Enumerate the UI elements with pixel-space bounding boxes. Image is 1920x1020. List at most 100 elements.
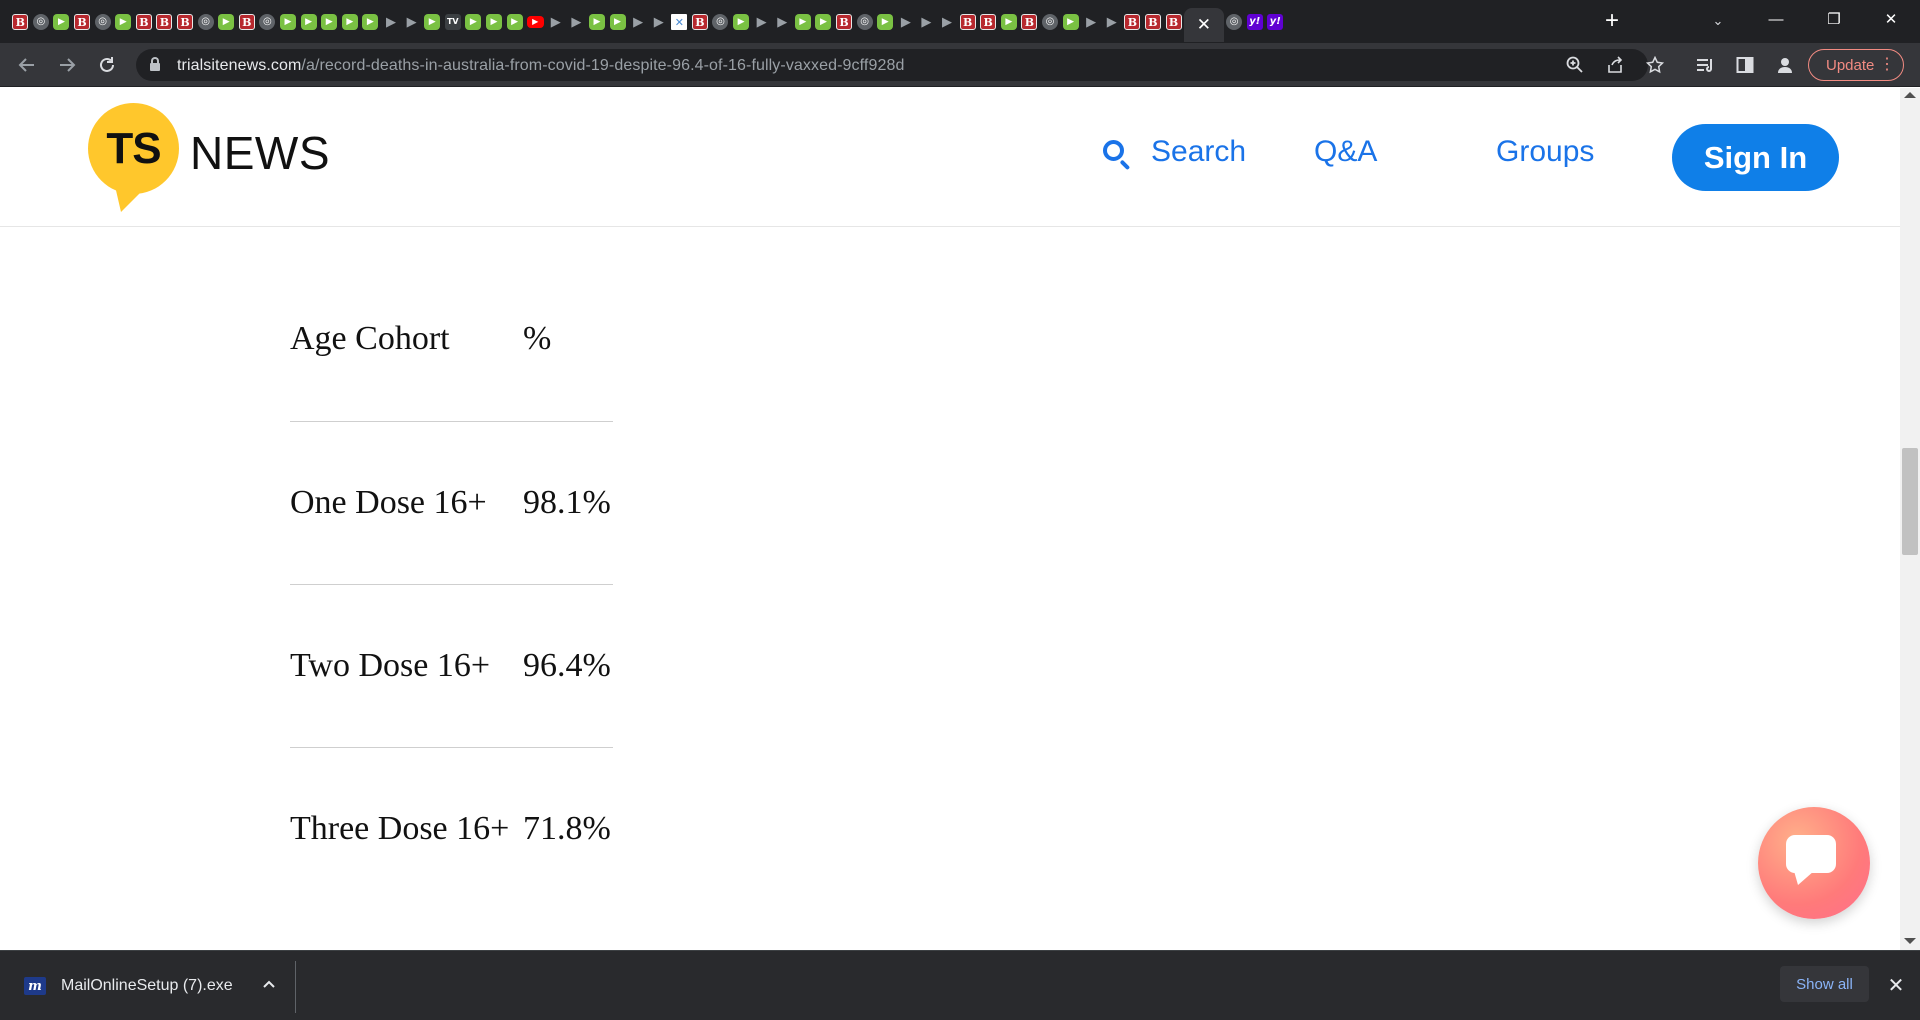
browser-tab[interactable]: ◎ — [92, 9, 113, 35]
scroll-thumb[interactable] — [1902, 448, 1918, 555]
share-button[interactable] — [1600, 50, 1630, 80]
browser-tab[interactable]: ▶ — [587, 9, 608, 35]
chat-bubble-tail — [1794, 871, 1814, 885]
restore-button[interactable]: ❐ — [1805, 0, 1863, 38]
arrow-favicon-icon: ▶ — [900, 14, 911, 30]
browser-tab[interactable]: ▶ — [319, 9, 340, 35]
browser-tab[interactable]: ▶ — [566, 9, 587, 35]
site-header: TS NEWS Search Q&A Groups Sign In — [0, 88, 1900, 227]
play-favicon-icon: ▶ — [362, 14, 379, 30]
chat-widget-button[interactable] — [1758, 807, 1870, 919]
browser-tab[interactable]: B — [237, 9, 258, 35]
browser-tab[interactable]: B — [72, 9, 93, 35]
browser-tab[interactable]: y! — [1265, 9, 1286, 35]
reading-list-button[interactable] — [1690, 50, 1720, 80]
browser-tab[interactable]: B — [978, 9, 999, 35]
browser-tab[interactable]: ◎ — [854, 9, 875, 35]
browser-tab[interactable]: ▶ — [999, 9, 1020, 35]
browser-tab[interactable]: B — [134, 9, 155, 35]
browser-tab[interactable]: ◎ — [31, 9, 52, 35]
browser-tab[interactable]: ◎ — [1224, 9, 1245, 35]
browser-tab[interactable]: ▶ — [51, 9, 72, 35]
browser-tab[interactable]: ✕ — [669, 9, 690, 35]
sign-in-label: Sign In — [1703, 139, 1808, 175]
browser-tab[interactable]: ▶ — [113, 9, 134, 35]
active-tab-close-button[interactable]: ✕ — [1183, 8, 1224, 42]
scroll-up-arrow-icon[interactable] — [1904, 92, 1916, 98]
browser-tab[interactable]: y! — [1244, 9, 1265, 35]
new-tab-button[interactable]: + — [1598, 6, 1626, 36]
browser-tab[interactable]: ▶ — [381, 9, 402, 35]
browser-tab[interactable]: ▶ — [1081, 9, 1102, 35]
zoom-button[interactable] — [1560, 50, 1590, 80]
bookmark-star-button[interactable] — [1640, 50, 1670, 80]
show-all-downloads-button[interactable]: Show all — [1780, 966, 1869, 1002]
minimize-button[interactable]: — — [1747, 0, 1805, 38]
page-scrollbar[interactable] — [1900, 88, 1920, 950]
browser-tab[interactable]: ▶ — [298, 9, 319, 35]
browser-tab[interactable]: ▶ — [1060, 9, 1081, 35]
browser-tab[interactable]: B — [690, 9, 711, 35]
browser-tab[interactable]: ▶ — [628, 9, 649, 35]
browser-tab[interactable]: ▶ — [731, 9, 752, 35]
browser-tab[interactable]: ▶ — [484, 9, 505, 35]
browser-tab[interactable]: B — [1163, 9, 1184, 35]
browser-tab[interactable]: ▶ — [360, 9, 381, 35]
side-panel-button[interactable] — [1730, 50, 1760, 80]
close-download-bar-button[interactable]: ✕ — [1882, 971, 1910, 999]
scroll-down-arrow-icon[interactable] — [1904, 938, 1916, 944]
browser-tab[interactable]: ▶ — [545, 9, 566, 35]
browser-tab[interactable]: ▶ — [916, 9, 937, 35]
play-favicon-icon: ▶ — [609, 14, 626, 30]
arrow-left-icon — [18, 58, 34, 72]
browser-tab[interactable]: ▶ — [751, 9, 772, 35]
browser-tab[interactable]: B — [154, 9, 175, 35]
cohort-label-cell: One Dose 16+ — [290, 420, 523, 584]
browser-tab[interactable]: ▶ — [896, 9, 917, 35]
profile-button[interactable] — [1770, 50, 1800, 80]
arrow-favicon-icon: ▶ — [385, 14, 396, 30]
sign-in-button[interactable]: Sign In — [1672, 124, 1839, 191]
browser-tab[interactable]: ▶ — [216, 9, 237, 35]
browser-tab[interactable]: ▶ — [401, 9, 422, 35]
browser-tab[interactable]: ▶ — [463, 9, 484, 35]
browser-tab[interactable]: B — [957, 9, 978, 35]
browser-tab[interactable]: ▶ — [648, 9, 669, 35]
browser-tab[interactable]: B — [834, 9, 855, 35]
browser-tab[interactable]: ▶ — [875, 9, 896, 35]
crossword-favicon-icon: ✕ — [671, 14, 688, 30]
browser-tab[interactable]: ▶ — [1101, 9, 1122, 35]
browser-tab[interactable]: ▶ — [772, 9, 793, 35]
browser-tab[interactable]: ▶ — [525, 9, 546, 35]
browser-tab[interactable]: B — [1122, 9, 1143, 35]
url-text[interactable]: trialsitenews.com/a/record-deaths-in-aus… — [177, 57, 904, 75]
download-options-button[interactable] — [258, 973, 280, 995]
browser-tab[interactable]: ▶ — [422, 9, 443, 35]
window-close-button[interactable]: ✕ — [1862, 0, 1920, 38]
browser-tab[interactable]: B — [10, 9, 31, 35]
update-button[interactable]: Update ⋮ — [1808, 49, 1904, 81]
browser-tab[interactable]: B — [1143, 9, 1164, 35]
browser-tab[interactable]: ◎ — [195, 9, 216, 35]
address-bar[interactable]: trialsitenews.com/a/record-deaths-in-aus… — [136, 49, 1664, 81]
browser-tab[interactable]: B — [175, 9, 196, 35]
back-button[interactable] — [12, 50, 42, 80]
reload-button[interactable] — [92, 50, 122, 80]
browser-tab[interactable]: ◎ — [710, 9, 731, 35]
browser-tab[interactable]: ▶ — [937, 9, 958, 35]
browser-tab[interactable]: ◎ — [257, 9, 278, 35]
forward-button[interactable] — [52, 50, 82, 80]
browser-tab[interactable]: TV — [442, 9, 463, 35]
tab-search-button[interactable]: ⌄ — [1704, 6, 1732, 36]
browser-tab[interactable]: ▶ — [813, 9, 834, 35]
browser-tab[interactable]: ▶ — [793, 9, 814, 35]
table-header-cell: Age Cohort — [290, 320, 450, 358]
browser-tab[interactable]: ▶ — [504, 9, 525, 35]
browser-tab[interactable]: ◎ — [1040, 9, 1061, 35]
browser-tab[interactable]: ▶ — [278, 9, 299, 35]
nav-qa[interactable]: Q&A — [1314, 135, 1377, 169]
browser-tab[interactable]: ▶ — [607, 9, 628, 35]
browser-tab[interactable]: ▶ — [340, 9, 361, 35]
browser-tab[interactable]: B — [1019, 9, 1040, 35]
nav-groups[interactable]: Groups — [1496, 135, 1594, 169]
